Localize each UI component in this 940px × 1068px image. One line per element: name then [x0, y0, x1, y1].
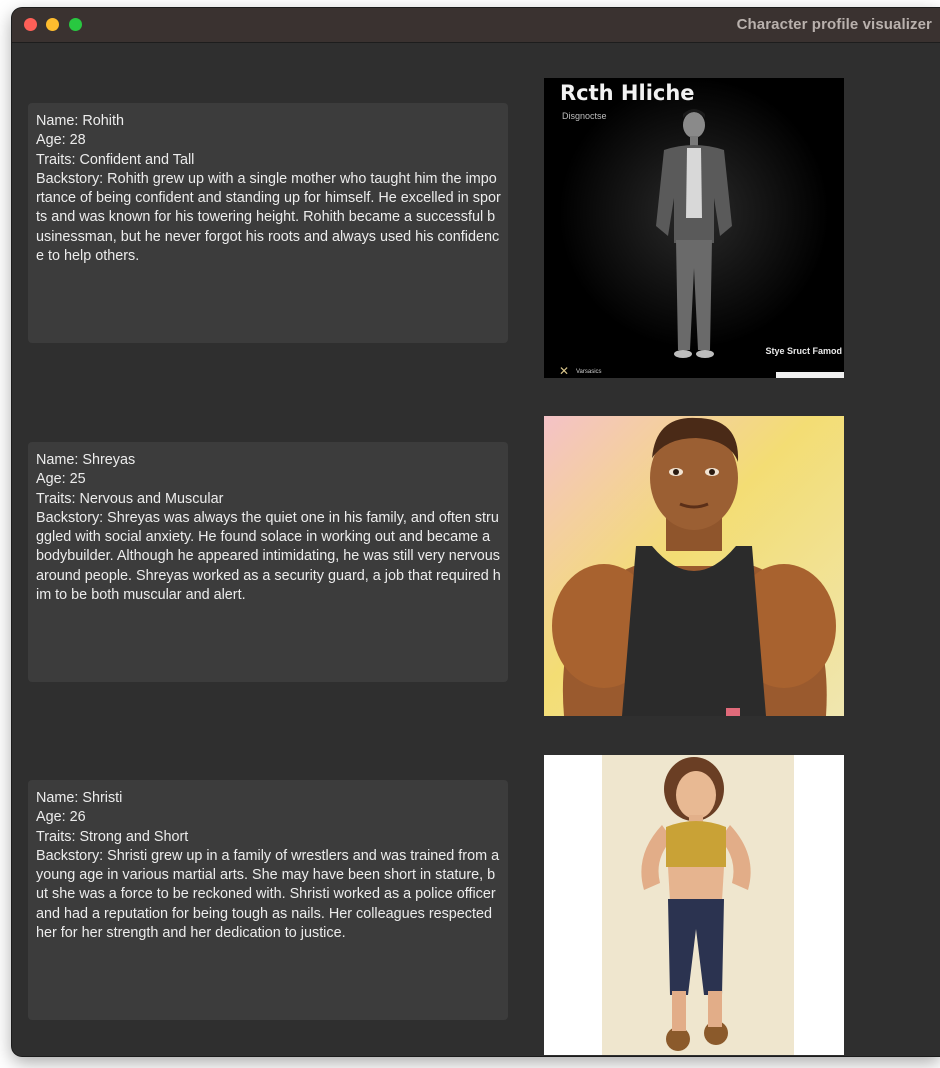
window-title: Character profile visualizer — [736, 16, 932, 33]
portrait-logo-icon: ✕ — [559, 364, 570, 378]
profile-backstory: Backstory: Shristi grew up in a family o… — [36, 847, 500, 942]
profile-name: Name: Shreyas — [36, 452, 136, 468]
profile-age: Age: 28 — [36, 132, 86, 149]
profile-traits: Traits: Confident and Tall — [36, 151, 195, 168]
zoom-window-button[interactable] — [69, 18, 82, 31]
app-window: Character profile visualizer Name: Rohit… — [12, 8, 940, 1056]
profile-backstory: Backstory: Rohith grew up with a single … — [36, 170, 501, 265]
portrait-image-rohith: Rcth Hliche Disgnoctse Stye Sruct Famod … — [544, 78, 844, 378]
minimize-window-button[interactable] — [46, 18, 59, 31]
profile-text: Name: Rohith Age: 28 Traits: Confident a… — [36, 112, 501, 266]
portrait-subtitle-text: Disgnoctse — [562, 111, 607, 121]
profile-text: Name: Shristi Age: 26 Traits: Strong and… — [36, 789, 501, 943]
profile-text-card-rohith: Name: Rohith Age: 28 Traits: Confident a… — [28, 103, 508, 343]
title-bar: Character profile visualizer — [12, 8, 940, 43]
profile-text: Name: Shreyas Age: 25 Traits: Nervous an… — [36, 451, 501, 605]
profile-traits: Traits: Nervous and Muscular — [36, 490, 224, 507]
profile-age: Age: 26 — [36, 809, 86, 826]
profile-name: Name: Shristi — [36, 790, 123, 806]
profile-backstory: Backstory: Shreyas was always the quiet … — [36, 509, 501, 604]
portrait-corner-text: Stye Sruct Famod — [765, 346, 842, 356]
profile-traits: Traits: Strong and Short — [36, 828, 189, 845]
portrait-image-shristi — [544, 755, 844, 1055]
profile-name: Name: Rohith — [36, 113, 124, 129]
portrait-image-shreyas — [544, 416, 844, 716]
profile-age: Age: 25 — [36, 471, 86, 488]
portrait-title-text: Rcth Hliche — [560, 81, 695, 105]
portrait-footer-text: Varsasics — [576, 369, 602, 375]
close-window-button[interactable] — [24, 18, 37, 31]
profile-text-card-shristi: Name: Shristi Age: 26 Traits: Strong and… — [28, 780, 508, 1020]
profiles-list[interactable]: Name: Rohith Age: 28 Traits: Confident a… — [12, 43, 940, 1056]
profile-text-card-shreyas: Name: Shreyas Age: 25 Traits: Nervous an… — [28, 442, 508, 682]
portrait-footer-box — [776, 372, 844, 378]
